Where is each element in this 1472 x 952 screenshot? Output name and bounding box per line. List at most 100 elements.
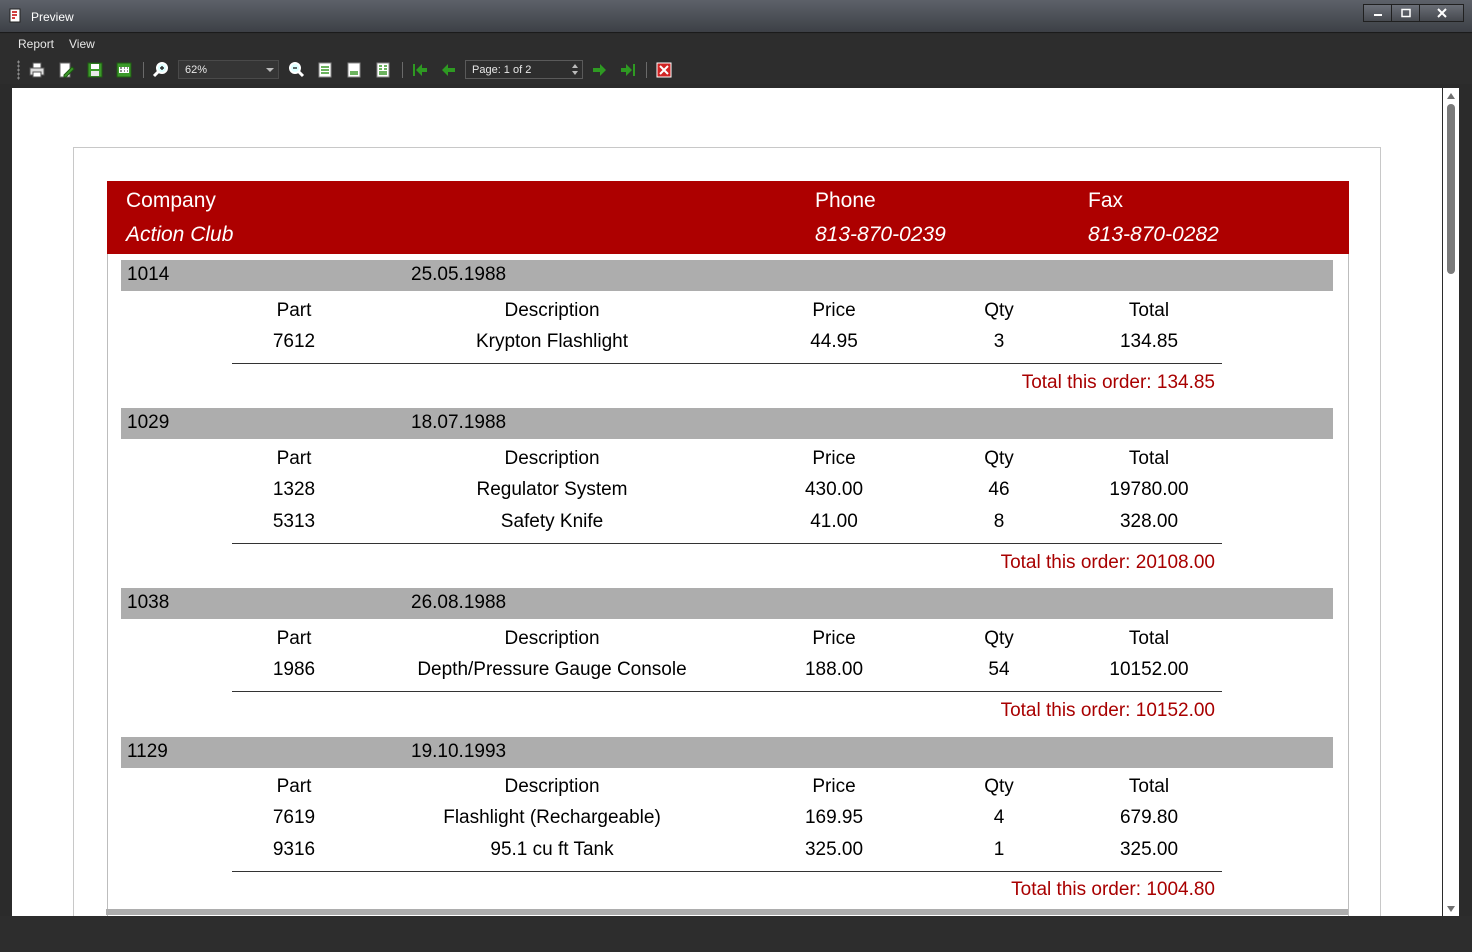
close-preview-button[interactable] (654, 60, 674, 80)
cell-total: 10152.00 (1109, 659, 1189, 680)
table-row: 1986 Depth/Pressure Gauge Console 188.00… (74, 659, 1382, 683)
save-button[interactable] (85, 60, 105, 80)
spin-up-icon[interactable] (572, 64, 578, 68)
col-part: Part (276, 628, 312, 649)
cell-description: Depth/Pressure Gauge Console (417, 659, 687, 680)
order-header: 1029 18.07.1988 (121, 408, 1333, 439)
maximize-button[interactable] (1391, 4, 1419, 22)
print-button[interactable] (27, 60, 47, 80)
chevron-down-icon (266, 68, 274, 72)
previous-page-button[interactable] (439, 60, 459, 80)
col-price: Price (812, 300, 856, 321)
spin-down-icon[interactable] (572, 71, 578, 75)
toolbar-separator (143, 62, 144, 78)
report-page: Company Action Club Phone 813-870-0239 F… (73, 147, 1381, 916)
scroll-up-icon[interactable] (1447, 93, 1455, 99)
order-date: 25.05.1988 (411, 264, 507, 285)
order-divider (232, 543, 1222, 544)
window-title: Preview (31, 10, 74, 24)
cell-part: 7619 (272, 807, 316, 828)
cell-total: 134.85 (1119, 331, 1179, 352)
cell-qty: 8 (993, 511, 1005, 532)
order-total-label: Total this order: (1021, 372, 1152, 393)
cell-description: Krypton Flashlight (475, 331, 629, 352)
fax-label: Fax (1088, 189, 1124, 212)
cell-description: Regulator System (476, 479, 628, 500)
col-part: Part (276, 448, 312, 469)
last-page-icon (621, 64, 635, 76)
pdf-icon (116, 62, 132, 78)
zoom-out-button[interactable] (286, 60, 306, 80)
toolbar: 62% Page: 1 of 2 (0, 56, 1472, 84)
cell-qty: 46 (988, 479, 1010, 500)
order-date: 18.07.1988 (411, 412, 507, 433)
col-description: Description (504, 776, 600, 797)
page-width-button[interactable] (315, 60, 335, 80)
first-page-button[interactable] (410, 60, 430, 80)
order-total: Total this order: 134.85 (774, 372, 1215, 394)
col-qty: Qty (984, 776, 1014, 797)
order-total-value: 134.85 (1156, 372, 1215, 393)
cell-description: Safety Knife (500, 511, 604, 532)
minimize-icon (1373, 14, 1382, 16)
order-total: Total this order: 10152.00 (774, 700, 1215, 722)
cell-total: 325.00 (1119, 839, 1179, 860)
zoom-select[interactable]: 62% (178, 60, 279, 79)
page-value: Page: 1 of 2 (472, 64, 532, 76)
toolbar-grip[interactable] (17, 60, 20, 80)
cell-part: 1986 (272, 659, 316, 680)
zoom-in-button[interactable] (151, 60, 171, 80)
cell-part: 9316 (272, 839, 316, 860)
export-pdf-button[interactable] (114, 60, 134, 80)
order-total: Total this order: 1004.80 (774, 879, 1215, 901)
multi-page-button[interactable] (373, 60, 393, 80)
col-total: Total (1128, 628, 1170, 649)
vertical-scrollbar[interactable] (1443, 88, 1459, 916)
order-total-label: Total this order: (1011, 879, 1142, 900)
col-price: Price (812, 776, 856, 797)
page-number-spinbox[interactable]: Page: 1 of 2 (465, 60, 583, 79)
title-bar: Preview (0, 0, 1472, 33)
print-icon (29, 62, 45, 78)
app-icon (9, 8, 21, 23)
edit-icon (59, 62, 75, 78)
order-divider (232, 871, 1222, 872)
order-total-value: 10152.00 (1135, 700, 1215, 721)
next-page-button[interactable] (589, 60, 609, 80)
minimize-button[interactable] (1363, 4, 1391, 22)
order-header: 1014 25.05.1988 (121, 260, 1333, 291)
zoom-out-icon (289, 62, 305, 78)
first-page-icon (413, 64, 427, 76)
preview-viewport[interactable]: Company Action Club Phone 813-870-0239 F… (12, 88, 1442, 916)
scroll-thumb[interactable] (1447, 104, 1455, 274)
whole-page-button[interactable] (344, 60, 364, 80)
cell-price: 430.00 (804, 479, 864, 500)
menu-bar: Report View (0, 34, 1472, 56)
col-price: Price (812, 628, 856, 649)
column-headers: Part Description Price Qty Total (74, 448, 1382, 472)
edit-button[interactable] (56, 60, 76, 80)
whole-page-icon (347, 62, 361, 78)
arrow-left-icon (442, 64, 455, 76)
order-number: 1014 (127, 264, 170, 285)
cell-qty: 1 (993, 839, 1005, 860)
order-header: 1038 26.08.1988 (121, 588, 1333, 619)
last-page-button[interactable] (618, 60, 638, 80)
cell-price: 41.00 (810, 511, 858, 532)
order-total-label: Total this order: (1000, 552, 1131, 573)
scroll-down-icon[interactable] (1447, 906, 1455, 912)
cell-part: 5313 (272, 511, 316, 532)
menu-report[interactable]: Report (18, 37, 54, 51)
order-number: 1029 (127, 412, 170, 433)
table-row: 5313 Safety Knife 41.00 8 328.00 (74, 511, 1382, 535)
phone-value: 813-870-0239 (815, 223, 946, 246)
save-icon (87, 62, 103, 78)
menu-view[interactable]: View (69, 37, 95, 51)
arrow-right-icon (593, 64, 606, 76)
multi-page-icon (376, 62, 390, 78)
phone-label: Phone (815, 189, 876, 212)
col-part: Part (276, 776, 312, 797)
close-button[interactable] (1419, 4, 1464, 22)
order-date: 26.08.1988 (411, 592, 507, 613)
company-value: Action Club (126, 223, 234, 246)
